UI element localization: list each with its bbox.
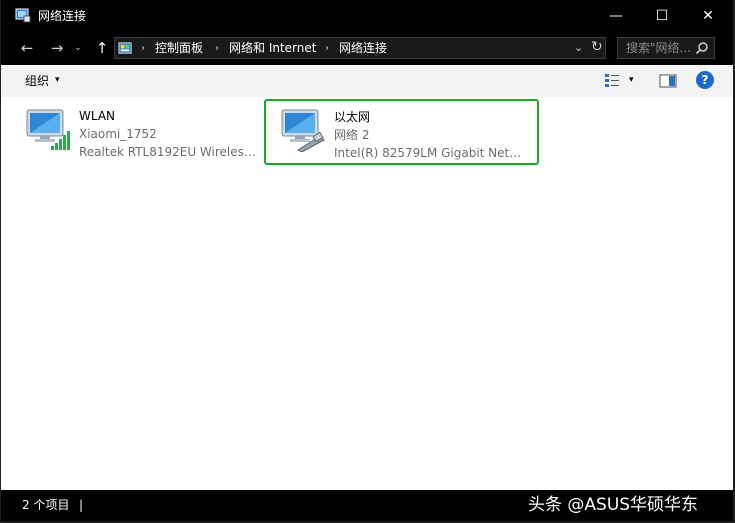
- recent-locations-button[interactable]: ⌄: [71, 38, 85, 58]
- refresh-icon[interactable]: ↻: [591, 39, 603, 55]
- breadcrumb-separator: ›: [141, 43, 145, 54]
- breadcrumb-control-panel[interactable]: 控制面板: [155, 40, 203, 56]
- command-bar: 组织 ▾ ▾ ?: [1, 65, 733, 98]
- connection-device: Intel(R) 82579LM Gigabit Netw...: [334, 146, 526, 160]
- network-connections-icon: [15, 8, 31, 23]
- connection-name: WLAN: [79, 109, 116, 123]
- breadcrumb-network-connections[interactable]: 网络连接: [339, 40, 387, 56]
- chevron-down-icon[interactable]: ▾: [55, 75, 60, 85]
- status-bar: 2 个项目 | 头条 @ASUS华硕华东: [1, 490, 733, 521]
- organize-button[interactable]: 组织: [25, 73, 49, 89]
- search-icon[interactable]: [695, 41, 709, 55]
- search-box[interactable]: 搜索"网络...: [617, 37, 715, 59]
- preview-pane-icon[interactable]: [659, 73, 677, 89]
- title-bar[interactable]: 网络连接 — ☐ ✕: [1, 0, 733, 31]
- breadcrumb-network-internet[interactable]: 网络和 Internet: [229, 40, 316, 56]
- change-view-icon[interactable]: [604, 73, 620, 89]
- address-bar[interactable]: › 控制面板 › 网络和 Internet › 网络连接 ⌄ ↻: [114, 37, 606, 59]
- breadcrumb-separator: ›: [325, 43, 329, 54]
- explorer-window: 网络连接 — ☐ ✕ ← → ⌄ ↑ › 控制面板 › 网络和 Internet…: [1, 0, 733, 521]
- control-panel-icon: [118, 42, 132, 54]
- ethernet-network-icon: [281, 109, 325, 152]
- up-button[interactable]: ↑: [91, 38, 113, 58]
- close-button[interactable]: ✕: [685, 0, 731, 31]
- connection-device: Realtek RTL8192EU Wireless L...: [79, 145, 259, 159]
- connection-item-wlan[interactable]: WLAN Xiaomi_1752 Realtek RTL8192EU Wirel…: [17, 100, 262, 166]
- connection-network: Xiaomi_1752: [79, 127, 157, 141]
- watermark-text: 头条 @ASUS华硕华东: [528, 495, 699, 515]
- search-input[interactable]: 搜索"网络...: [626, 40, 691, 56]
- address-dropdown-icon[interactable]: ⌄: [574, 41, 583, 54]
- maximize-button[interactable]: ☐: [639, 0, 685, 31]
- connections-list: WLAN Xiaomi_1752 Realtek RTL8192EU Wirel…: [1, 97, 733, 490]
- item-count: 2 个项目: [22, 498, 70, 512]
- forward-button[interactable]: →: [46, 38, 68, 58]
- view-options-chevron-icon[interactable]: ▾: [629, 75, 634, 85]
- minimize-button[interactable]: —: [593, 0, 639, 31]
- connection-name: 以太网: [334, 110, 371, 124]
- help-icon[interactable]: ?: [696, 71, 714, 89]
- connection-item-ethernet[interactable]: 以太网 网络 2 Intel(R) 82579LM Gigabit Netw..…: [264, 99, 539, 165]
- connection-network: 网络 2: [334, 128, 370, 142]
- back-button[interactable]: ←: [16, 38, 38, 58]
- address-bar-row: ← → ⌄ ↑ › 控制面板 › 网络和 Internet › 网络连接 ⌄ ↻…: [1, 31, 733, 65]
- window-title: 网络连接: [38, 9, 87, 23]
- status-separator: |: [79, 498, 84, 512]
- wireless-network-icon: [26, 109, 70, 150]
- breadcrumb-separator: ›: [215, 43, 219, 54]
